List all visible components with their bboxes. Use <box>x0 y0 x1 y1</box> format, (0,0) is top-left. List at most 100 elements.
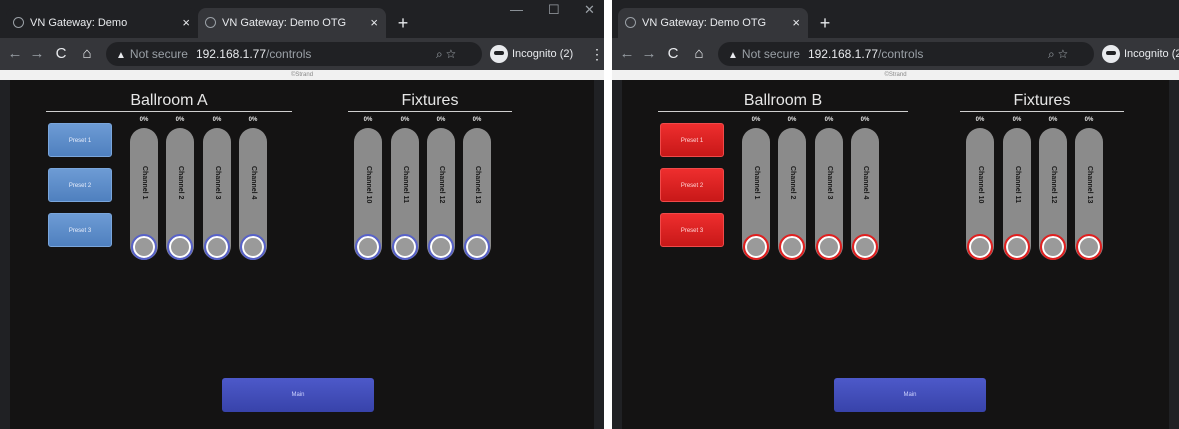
security-status[interactable]: Not secure <box>742 47 800 61</box>
close-tab-icon[interactable]: × <box>182 8 190 38</box>
preset-2-button[interactable]: Preset 2 <box>660 168 724 202</box>
channel-fader[interactable]: Channel 4 <box>239 128 267 260</box>
fader-knob[interactable] <box>1040 234 1066 260</box>
fader-knob[interactable] <box>852 234 878 260</box>
main-button[interactable]: Main <box>834 378 986 412</box>
channel-fader[interactable]: Channel 1 <box>742 128 770 260</box>
url-host: 192.168.1.77 <box>195 47 267 61</box>
incognito-profile-button[interactable]: Incognito (2) <box>490 44 573 64</box>
fader-knob[interactable] <box>967 234 993 260</box>
security-status[interactable]: Not secure <box>130 47 188 61</box>
channel-level: 0% <box>212 117 222 123</box>
fader-knob[interactable] <box>1076 234 1102 260</box>
new-tab-button[interactable]: + <box>814 8 836 38</box>
tab-strip: VN Gateway: Demo OTG × + <box>612 0 1179 38</box>
tab-strip: VN Gateway: Demo × VN Gateway: Demo OTG … <box>0 0 604 38</box>
fader-knob[interactable] <box>1004 234 1030 260</box>
url-host: 192.168.1.77 <box>807 47 879 61</box>
fader-knob[interactable] <box>816 234 842 260</box>
channel-fader[interactable]: Channel 2 <box>778 128 806 260</box>
channel-label: Channel 13 <box>1086 166 1093 204</box>
channel-label: Channel 3 <box>214 166 221 200</box>
channel-fader[interactable]: Channel 10 <box>966 128 994 260</box>
channel-level: 0% <box>400 117 410 123</box>
channel-label: Channel 11 <box>402 166 409 203</box>
channel-label: Channel 4 <box>862 166 869 200</box>
close-tab-icon[interactable]: × <box>370 8 378 38</box>
fixtures-title: Fixtures <box>348 90 512 112</box>
url-path: /controls <box>266 47 312 61</box>
minimize-button[interactable]: — <box>510 2 523 17</box>
new-tab-button[interactable]: + <box>392 8 414 38</box>
channel-fader[interactable]: Channel 11 <box>1003 128 1031 260</box>
fader-knob[interactable] <box>204 234 230 260</box>
channel-level: 0% <box>1048 117 1058 123</box>
control-panel: Ballroom B Fixtures Preset 1 Preset 2 Pr… <box>622 80 1169 429</box>
preset-3-button[interactable]: Preset 3 <box>660 213 724 247</box>
channel-level: 0% <box>751 117 761 123</box>
channel-fader[interactable]: Channel 10 <box>354 128 382 260</box>
globe-icon <box>13 17 24 28</box>
channel-fader[interactable]: Channel 2 <box>166 128 194 260</box>
fader-knob[interactable] <box>240 234 266 260</box>
channel-label: Channel 1 <box>141 166 148 200</box>
channel-label: Channel 10 <box>977 166 984 204</box>
tab-vn-gateway-demo-otg[interactable]: VN Gateway: Demo OTG × <box>618 8 808 38</box>
tab-vn-gateway-demo[interactable]: VN Gateway: Demo × <box>6 8 198 38</box>
browser-menu-icon[interactable]: ⋮ <box>590 38 604 70</box>
home-button[interactable]: ⌂ <box>690 38 708 70</box>
main-button[interactable]: Main <box>222 378 374 412</box>
fader-knob[interactable] <box>167 234 193 260</box>
channel-fader[interactable]: Channel 12 <box>427 128 455 260</box>
back-button[interactable]: ← <box>6 38 24 70</box>
brand-strip: ©Strand <box>612 70 1179 80</box>
channel-fader[interactable]: Channel 3 <box>815 128 843 260</box>
tab-label: VN Gateway: Demo <box>30 17 128 29</box>
forward-button[interactable]: → <box>28 38 46 70</box>
browser-window-a: VN Gateway: Demo × VN Gateway: Demo OTG … <box>0 0 604 429</box>
reload-button[interactable]: C <box>52 38 70 70</box>
maximize-button[interactable]: ☐ <box>548 2 560 18</box>
channel-level: 0% <box>1012 117 1022 123</box>
preset-1-button[interactable]: Preset 1 <box>48 123 112 157</box>
channel-fader[interactable]: Channel 3 <box>203 128 231 260</box>
channel-label: Channel 1 <box>753 166 760 200</box>
channel-label: Channel 3 <box>826 166 833 200</box>
fader-knob[interactable] <box>428 234 454 260</box>
zoom-bookmark-icons[interactable]: ⌕ ☆ <box>436 42 456 66</box>
channel-fader[interactable]: Channel 12 <box>1039 128 1067 260</box>
globe-icon <box>205 17 216 28</box>
fader-knob[interactable] <box>743 234 769 260</box>
preset-2-button[interactable]: Preset 2 <box>48 168 112 202</box>
fader-knob[interactable] <box>355 234 381 260</box>
fader-knob[interactable] <box>131 234 157 260</box>
channel-level: 0% <box>248 117 258 123</box>
channel-fader[interactable]: Channel 1 <box>130 128 158 260</box>
zoom-bookmark-icons[interactable]: ⌕ ☆ <box>1048 42 1068 66</box>
brand-strip: ©Strand <box>0 70 604 80</box>
fader-knob[interactable] <box>779 234 805 260</box>
profile-label: Incognito (2) <box>1124 48 1179 60</box>
fader-knob[interactable] <box>392 234 418 260</box>
reload-button[interactable]: C <box>664 38 682 70</box>
channel-fader[interactable]: Channel 13 <box>463 128 491 260</box>
channel-label: Channel 13 <box>474 166 481 204</box>
preset-3-button[interactable]: Preset 3 <box>48 213 112 247</box>
fader-knob[interactable] <box>464 234 490 260</box>
close-window-button[interactable]: ✕ <box>584 2 595 18</box>
preset-1-button[interactable]: Preset 1 <box>660 123 724 157</box>
channel-fader[interactable]: Channel 4 <box>851 128 879 260</box>
close-tab-icon[interactable]: × <box>792 8 800 38</box>
address-bar[interactable]: ▲ Not secure 192.168.1.77/controls ⌕ ☆ <box>718 42 1094 66</box>
forward-button[interactable]: → <box>640 38 658 70</box>
tab-vn-gateway-demo-otg[interactable]: VN Gateway: Demo OTG × <box>198 8 386 38</box>
back-button[interactable]: ← <box>618 38 636 70</box>
home-button[interactable]: ⌂ <box>78 38 96 70</box>
channel-label: Channel 2 <box>789 166 796 200</box>
channel-fader[interactable]: Channel 13 <box>1075 128 1103 260</box>
address-bar[interactable]: ▲ Not secure 192.168.1.77/controls ⌕ ☆ <box>106 42 482 66</box>
channel-level: 0% <box>472 117 482 123</box>
incognito-profile-button[interactable]: Incognito (2) <box>1102 44 1179 64</box>
channel-fader[interactable]: Channel 11 <box>391 128 419 260</box>
channel-level: 0% <box>824 117 834 123</box>
